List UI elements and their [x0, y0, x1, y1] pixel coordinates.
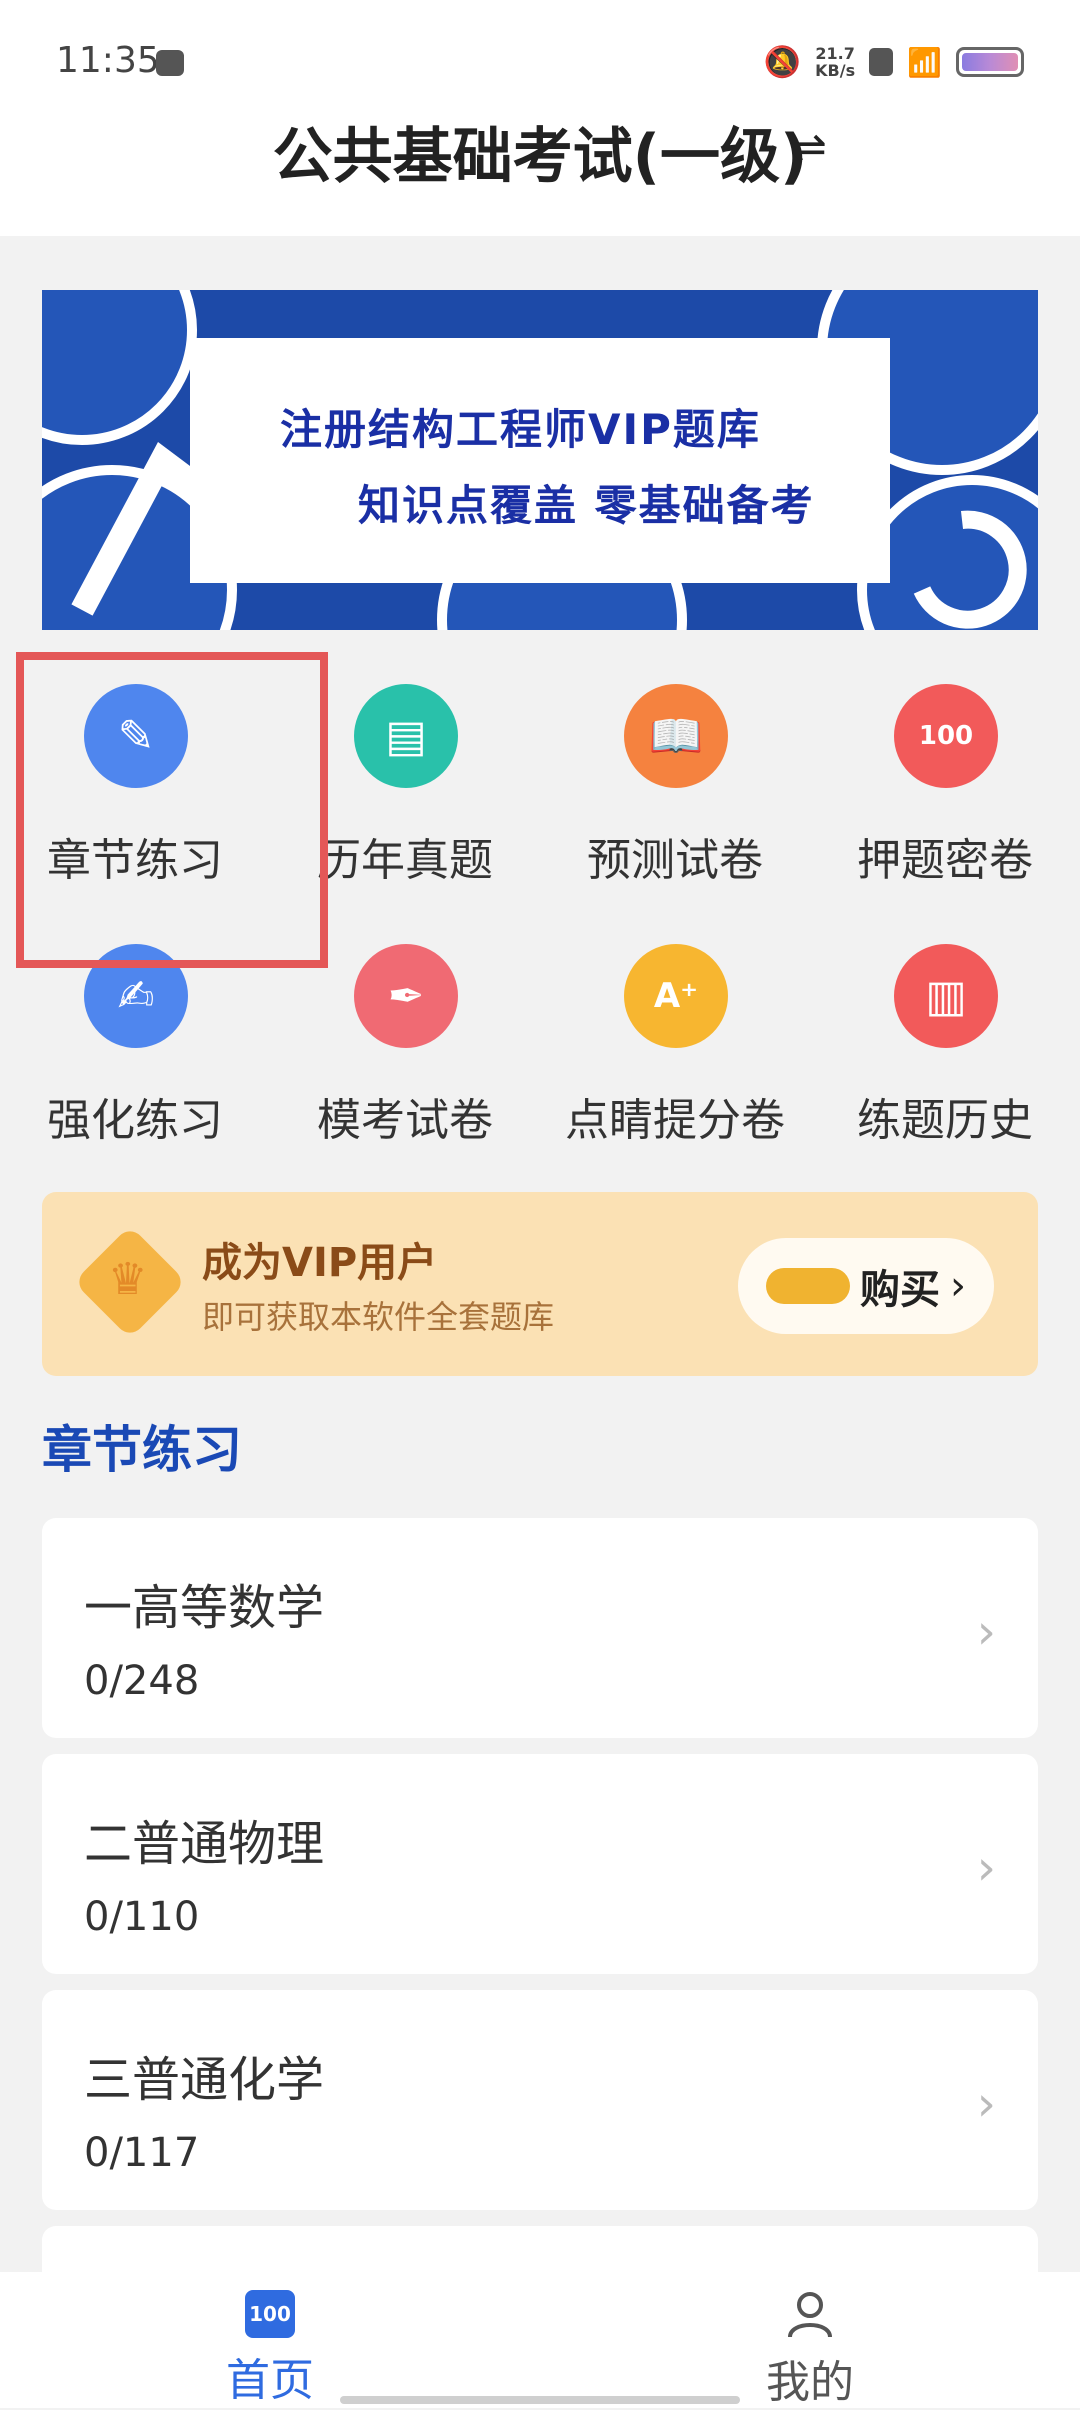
crown-icon: ♛ [108, 1254, 148, 1305]
chevron-right-icon: › [976, 1604, 996, 1660]
vip-title: 成为VIP用户 [202, 1240, 438, 1286]
grid-item-predict-papers[interactable]: 📖 预测试卷 [540, 660, 810, 900]
vip-promo-card[interactable]: ♛ 成为VIP用户 即可获取本软件全套题库 购买 › [42, 1192, 1038, 1376]
grade-a-plus-icon: A⁺ [624, 944, 728, 1048]
chapter-progress: 0/248 [84, 1658, 200, 1704]
app-header: 公共基础考试(一级) ⇌ [0, 100, 1080, 236]
grid-label: 押题密卷 [857, 835, 1033, 886]
home-100-icon: 100 [245, 2290, 295, 2338]
vip-subtitle: 即可获取本软件全套题库 [202, 1298, 555, 1336]
book-icon: 📖 [624, 684, 728, 788]
banner-text-board: 注册结构工程师VIP题库 知识点覆盖 零基础备考 [190, 338, 890, 583]
document-icon: ▤ [354, 684, 458, 788]
grid-label: 练题历史 [857, 1095, 1033, 1146]
speed-value: 21.7 [815, 44, 855, 63]
chapter-name: 一高等数学 [84, 1580, 325, 1636]
chapter-list-item[interactable]: 一高等数学 0/248 › [42, 1518, 1038, 1738]
sim-icon [869, 48, 894, 76]
pen-icon: ✒ [354, 944, 458, 1048]
grid-label: 强化练习 [47, 1095, 223, 1146]
message-notification-icon [156, 50, 184, 76]
chapter-progress: 0/110 [84, 1894, 200, 1940]
grid-item-score-boost[interactable]: A⁺ 点睛提分卷 [540, 920, 810, 1160]
banner-headline: 注册结构工程师VIP题库 [280, 405, 761, 454]
score-100-icon: 100 [894, 684, 998, 788]
chapter-name: 二普通物理 [84, 1816, 325, 1872]
user-icon [785, 2290, 835, 2340]
mute-bell-icon: 🔕 [763, 44, 802, 80]
promo-banner[interactable]: 注册结构工程师VIP题库 知识点覆盖 零基础备考 [42, 290, 1038, 630]
status-time: 11:35 [56, 40, 160, 81]
switch-exam-icon[interactable]: ⇌ [790, 122, 827, 173]
banner-subline: 知识点覆盖 零基础备考 [358, 481, 815, 530]
buy-button[interactable]: 购买 › [738, 1238, 994, 1334]
nav-tab-home[interactable]: 100 首页 [120, 2290, 420, 2408]
chapter-list-item[interactable]: 三普通化学 0/117 › [42, 1990, 1038, 2210]
grid-item-secret-papers[interactable]: 100 押题密卷 [810, 660, 1080, 900]
nav-tab-mine[interactable]: 我的 [660, 2290, 960, 2408]
battery-icon [956, 47, 1024, 77]
bottom-nav: 100 首页 我的 [0, 2272, 1080, 2408]
buy-label: 购买 [860, 1267, 940, 1313]
chevron-right-icon: › [976, 1840, 996, 1896]
network-speed: 21.7 KB/s [815, 45, 855, 79]
grid-label: 预测试卷 [587, 835, 763, 886]
coins-icon [766, 1268, 850, 1304]
grid-label: 模考试卷 [317, 1095, 493, 1146]
grid-label: 点睛提分卷 [565, 1095, 785, 1146]
home-indicator[interactable] [340, 2396, 740, 2404]
chapter-list-item[interactable]: 二普通物理 0/110 › [42, 1754, 1038, 1974]
grid-item-practice-history[interactable]: ▥ 练题历史 [810, 920, 1080, 1160]
status-indicators: 🔕 21.7 KB/s 📶 [764, 42, 1024, 82]
chevron-right-icon: › [950, 1263, 966, 1309]
chevron-right-icon: › [976, 2076, 996, 2132]
history-icon: ▥ [894, 944, 998, 1048]
page-title: 公共基础考试(一级) [272, 122, 808, 192]
wifi-icon: 📶 [907, 45, 942, 79]
speed-unit: KB/s [815, 61, 856, 80]
chapter-progress: 0/117 [84, 2130, 200, 2176]
section-title: 章节练习 [42, 1421, 242, 1479]
highlight-box [16, 652, 328, 968]
chapter-name: 三普通化学 [84, 2052, 325, 2108]
